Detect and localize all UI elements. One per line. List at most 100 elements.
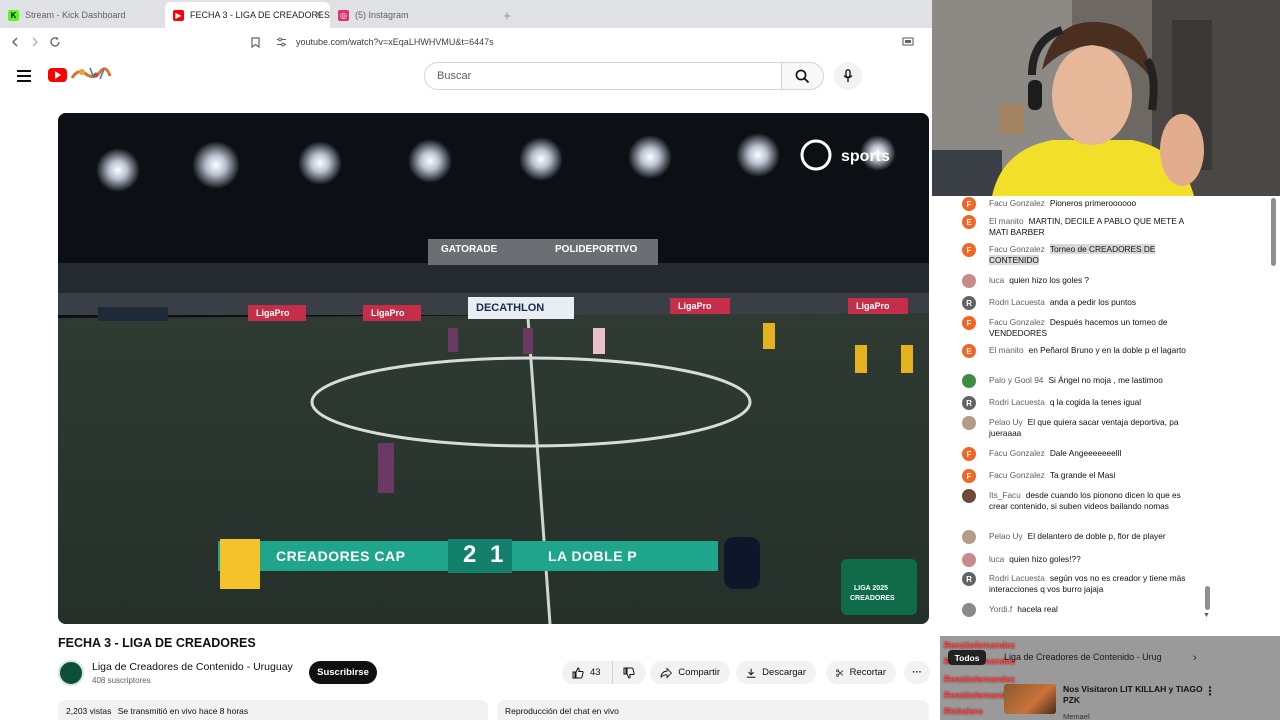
chat-message: F Facu Gonzalez Después hacemos un torneo… [962, 316, 1192, 339]
chat-avatar: F [962, 197, 976, 211]
scissors-icon [836, 668, 844, 677]
download-button[interactable]: Descargar [736, 661, 816, 684]
chat-message: Palo y Gool 94 Si Ángel no moja , me last… [962, 374, 1192, 388]
dislike-button[interactable] [612, 661, 646, 684]
chat-avatar [962, 603, 976, 617]
chat-author: Facu Gonzalez [989, 470, 1045, 480]
video-player[interactable]: CREADORES CAP 2 1 LA DOBLE P sports GATO… [58, 113, 929, 624]
menu-icon[interactable] [17, 70, 31, 82]
more-actions-button[interactable]: ··· [904, 661, 930, 684]
address-bar[interactable]: youtube.com/watch?v=xEqaLHWHVMU&t=6447s [296, 37, 494, 47]
view-count: 2,203 vistas [66, 706, 112, 716]
video-title: FECHA 3 - LIGA DE CREADORES [58, 636, 256, 650]
board-gatorade: GATORADE [441, 244, 498, 255]
chevron-right-icon[interactable]: › [1193, 652, 1197, 664]
search-icon [795, 69, 810, 83]
chat-avatar: E [962, 344, 976, 358]
clip-button[interactable]: Recortar [826, 661, 896, 684]
chat-replay-label: Reproducción del chat en vivo [505, 706, 619, 716]
chat-author: Its_Facu [989, 490, 1021, 500]
kick-favicon-icon: K [8, 9, 19, 21]
chat-author: Facu Gonzalez [989, 317, 1045, 327]
like-button[interactable]: 43 [562, 661, 612, 684]
chat-message: E El manito en Peñarol Bruno y en la dobl… [962, 344, 1192, 358]
chat-author: Facu Gonzalez [989, 244, 1045, 254]
download-icon [746, 668, 756, 678]
recommended-thumbnail[interactable] [1004, 684, 1056, 714]
like-count: 43 [590, 667, 601, 678]
chat-author: Rodri Lacuesta [989, 397, 1045, 407]
chat-author: Pelao Uy [989, 417, 1023, 427]
chat-avatar [962, 553, 976, 567]
tab-kick-dashboard[interactable]: K Stream - Kick Dashboard [0, 2, 165, 28]
subscriber-count: 408 suscriptores [92, 676, 151, 685]
reload-icon[interactable] [45, 32, 65, 52]
site-info-icon[interactable] [271, 32, 291, 52]
chat-text: quien hizo goles!?? [1009, 554, 1081, 564]
bookmark-icon[interactable] [245, 32, 265, 52]
chat-text: Si Ángel no moja , me lastimoo [1048, 375, 1163, 385]
broadcaster-logo: sports [841, 148, 890, 165]
back-icon[interactable] [5, 32, 25, 52]
board-polideportivo: POLIDEPORTIVO [555, 244, 638, 255]
chat-filter-chip[interactable]: Todos [948, 650, 986, 665]
youtube-doodle-icon[interactable] [70, 66, 112, 82]
overlay-chat-name: Renzitofernandez [944, 640, 1015, 650]
forward-icon[interactable] [25, 32, 45, 52]
share-icon [660, 667, 673, 678]
chat-avatar: F [962, 243, 976, 257]
chat-message: luca quien hizo goles!?? [962, 553, 1192, 567]
board-ligapro: LigaPro [256, 308, 290, 318]
chat-message: R Rodri Lacuesta según vos no es creador … [962, 572, 1192, 595]
chat-avatar [962, 274, 976, 288]
recommended-channel: Memael [1063, 712, 1090, 720]
microphone-icon [843, 69, 853, 82]
chat-text: Pioneros primeroooooo [1049, 198, 1137, 208]
away-score: 1 [490, 541, 504, 568]
chat-avatar: E [962, 215, 976, 229]
subscribe-button[interactable]: Suscribirse [309, 661, 377, 684]
chat-message: R Rodri Lacuesta q la cogida la tenes igu… [962, 396, 1192, 410]
chat-message: Its_Facu desde cuando los pionono dicen l… [962, 489, 1192, 512]
chat-message: F Facu Gonzalez Pioneros primeroooooo [962, 197, 1192, 211]
search-input[interactable]: Buscar [424, 62, 782, 90]
tab-label: Stream - Kick Dashboard [25, 10, 126, 20]
chat-scrollbar[interactable] [1205, 586, 1210, 610]
stream-date: Se transmitió en vivo hace 8 horas [117, 706, 249, 716]
youtube-logo-icon[interactable] [48, 68, 67, 82]
cast-icon[interactable] [898, 32, 918, 52]
tab-youtube-video[interactable]: ▶ FECHA 3 - LIGA DE CREADORES × [165, 2, 330, 28]
chat-message: luca quien hizo los goles ? [962, 274, 1192, 288]
close-tab-icon[interactable]: × [316, 9, 322, 21]
home-team-label: CREADORES CAP [276, 548, 406, 564]
chat-avatar [962, 489, 976, 503]
chat-author: Rodri Lacuesta [989, 297, 1045, 307]
chat-avatar: F [962, 447, 976, 461]
chat-message: F Facu Gonzalez Torneo de CREADORES DE CO… [962, 243, 1192, 266]
recommended-title[interactable]: Nos Visitaron LIT KILLAH y TIAGO PZK [1063, 684, 1213, 706]
chat-text: hacela real [1017, 604, 1058, 614]
chat-avatar: F [962, 469, 976, 483]
overlay-chat-name: Renzitofernandez [944, 674, 1015, 684]
thumbs-up-icon [572, 666, 584, 678]
new-tab-button[interactable]: + [495, 2, 519, 28]
instagram-favicon-icon: ◎ [338, 9, 349, 21]
channel-avatar[interactable] [58, 660, 84, 686]
chat-replay-header[interactable]: Reproducción del chat en vivo [497, 700, 929, 720]
chat-author: El manito [989, 216, 1024, 226]
share-button[interactable]: Compartir [650, 661, 730, 684]
description-box[interactable]: 2,203 vistas Se transmitió en vivo hace … [58, 700, 488, 720]
chat-author: Facu Gonzalez [989, 448, 1045, 458]
chat-message: Pelao Uy El delantero de doble p, flor de… [962, 530, 1192, 544]
thumbs-down-icon [623, 667, 635, 679]
more-vert-icon[interactable]: ⋮ [1204, 684, 1216, 698]
playlist-channel[interactable]: Liga de Creadores de Contenido - Urug [1004, 652, 1162, 662]
voice-search-button[interactable] [834, 62, 862, 90]
chat-avatar: R [962, 572, 976, 586]
board-ligapro: LigaPro [678, 301, 712, 311]
tab-instagram[interactable]: ◎ (5) Instagram [330, 2, 495, 28]
chat-scroll-down-icon[interactable]: ▼ [1203, 612, 1210, 619]
channel-name[interactable]: Liga de Creadores de Contenido - Uruguay [92, 661, 293, 673]
search-button[interactable] [782, 62, 824, 90]
tab-label: (5) Instagram [355, 10, 409, 20]
